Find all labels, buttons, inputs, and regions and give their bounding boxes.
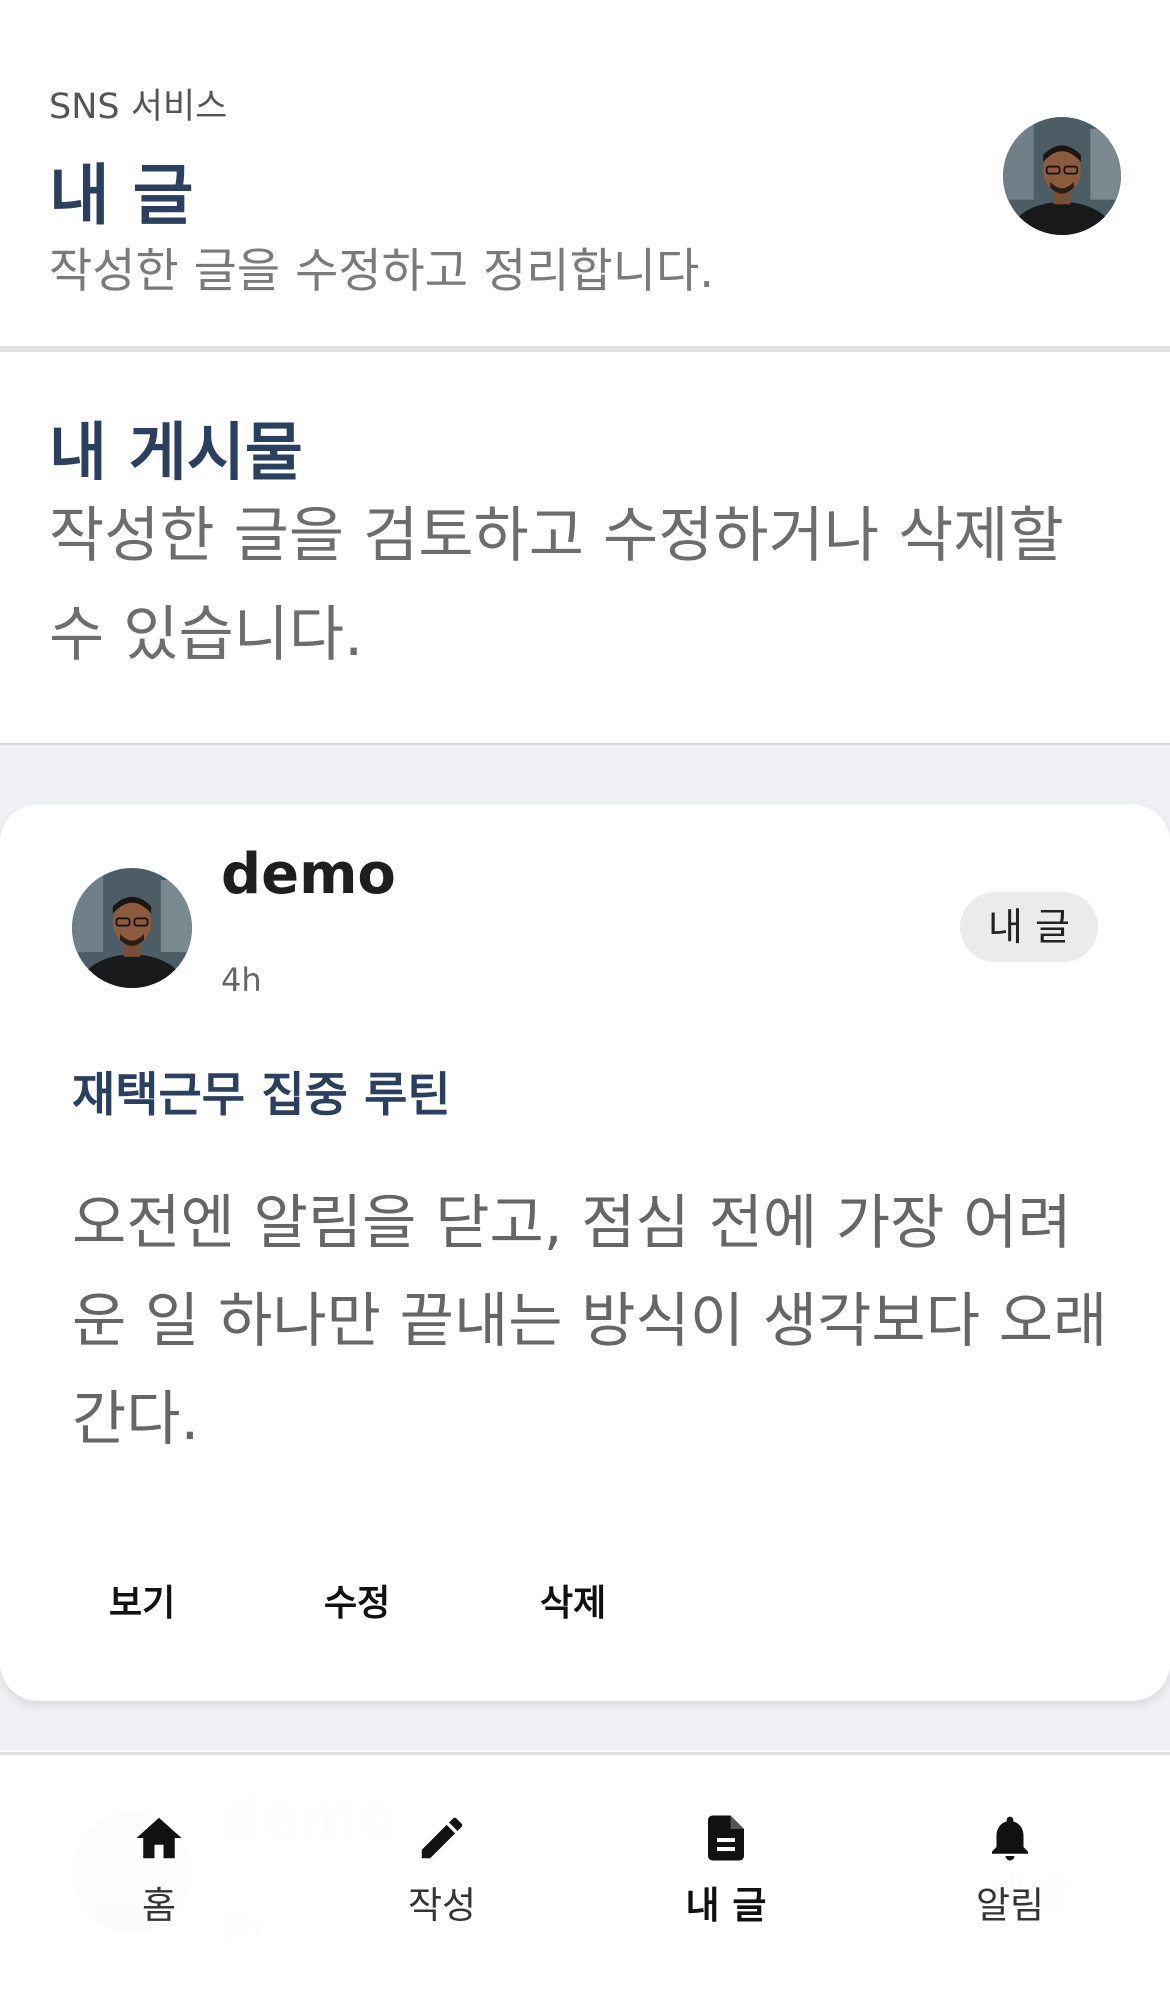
service-name: SNS 서비스	[49, 87, 228, 127]
profile-avatar[interactable]	[1003, 117, 1121, 235]
nav-label: 내 글	[685, 1884, 767, 1927]
page-title: 내 글	[49, 157, 194, 234]
document-icon	[708, 1815, 744, 1861]
post-title: 재택근무 집중 루틴	[72, 1068, 451, 1123]
intro-section: 내 게시물 작성한 글을 검토하고 수정하거나 삭제할 수 있습니다.	[0, 352, 1170, 745]
section-description: 작성한 글을 검토하고 수정하거나 삭제할 수 있습니다.	[49, 501, 1064, 670]
nav-item-write[interactable]: 작성	[352, 1811, 532, 1929]
nav-item-my-posts[interactable]: 내 글	[636, 1811, 816, 1929]
author-avatar[interactable]	[72, 868, 192, 988]
post-author[interactable]: demo	[221, 842, 396, 907]
bottom-navigation: 홈 작성 내 글 알림	[0, 1752, 1170, 1992]
page-subtitle: 작성한 글을 수정하고 정리합니다.	[49, 244, 715, 299]
nav-label: 작성	[407, 1884, 477, 1927]
section-title: 내 게시물	[49, 416, 303, 489]
view-button[interactable]: 보기	[109, 1574, 175, 1626]
bell-icon	[992, 1816, 1028, 1861]
my-post-badge: 내 글	[960, 892, 1098, 962]
user-avatar-image	[1003, 117, 1121, 235]
nav-label: 홈	[141, 1884, 177, 1927]
delete-button[interactable]: 삭제	[540, 1574, 606, 1626]
nav-item-home[interactable]: 홈	[69, 1811, 249, 1929]
post-card: demo 4h 내 글 재택근무 집중 루틴 오전엔 알림을 닫고, 점심 전에…	[0, 804, 1170, 1701]
home-icon	[136, 1817, 182, 1859]
user-avatar-image	[72, 868, 192, 988]
nav-item-notifications[interactable]: 알림	[920, 1811, 1100, 1929]
nav-label: 알림	[975, 1884, 1045, 1927]
edit-button[interactable]: 수정	[324, 1574, 390, 1626]
pencil-icon	[421, 1817, 463, 1859]
post-timestamp: 4h	[221, 961, 262, 999]
post-body: 오전엔 알림을 닫고, 점심 전에 가장 어려운 일 하나만 끝내는 방식이 생…	[72, 1188, 1108, 1453]
app-header: SNS 서비스 내 글 작성한 글을 수정하고 정리합니다.	[0, 0, 1170, 352]
